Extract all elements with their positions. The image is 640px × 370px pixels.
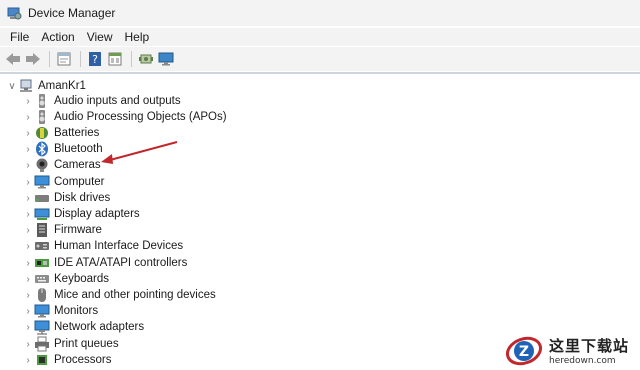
- hid-icon: [34, 238, 50, 254]
- tree-item-print-queues[interactable]: › Print queues: [22, 336, 119, 352]
- processor-icon: [34, 352, 50, 368]
- tree-item-label: Batteries: [54, 127, 100, 139]
- camera-icon: [34, 157, 50, 173]
- tree-item-audio-inputs[interactable]: › Audio inputs and outputs: [22, 93, 181, 109]
- tree-item-label: Network adapters: [54, 321, 145, 333]
- menu-file[interactable]: File: [0, 28, 35, 46]
- tree-item-label: Keyboards: [54, 273, 109, 285]
- back-icon[interactable]: [4, 50, 22, 68]
- chevron-right-icon[interactable]: ›: [22, 303, 34, 319]
- tree-item-label: Human Interface Devices: [54, 240, 184, 252]
- chevron-right-icon[interactable]: ›: [22, 352, 34, 368]
- tree-item-hid[interactable]: › Human Interface Devices: [22, 238, 183, 254]
- help-icon[interactable]: ?: [86, 50, 104, 68]
- toolbar: ?: [0, 47, 640, 71]
- chevron-right-icon[interactable]: ›: [22, 157, 34, 173]
- speaker-icon: [34, 93, 50, 109]
- chevron-right-icon[interactable]: ›: [22, 141, 34, 157]
- keyboard-icon: [34, 271, 50, 287]
- toolbar-separator: [131, 51, 132, 67]
- tree-item-processors[interactable]: › Processors: [22, 352, 112, 368]
- watermark-cn-text: 这里下载站: [549, 337, 630, 355]
- ide-icon: [34, 255, 50, 271]
- tree-item-label: Bluetooth: [54, 143, 103, 155]
- tree-item-display-adapters[interactable]: › Display adapters: [22, 206, 140, 222]
- tree-item-keyboards[interactable]: › Keyboards: [22, 271, 109, 287]
- chevron-right-icon[interactable]: ›: [22, 287, 34, 303]
- device-manager-icon: [6, 5, 22, 21]
- chevron-right-icon[interactable]: ›: [22, 125, 34, 141]
- tree-item-label: Firmware: [54, 224, 102, 236]
- tree-item-bluetooth[interactable]: › Bluetooth: [22, 141, 103, 157]
- chevron-right-icon[interactable]: ›: [22, 336, 34, 352]
- printer-icon: [34, 336, 50, 352]
- battery-icon: [34, 125, 50, 141]
- toolbar-separator: [80, 51, 81, 67]
- chevron-right-icon[interactable]: ›: [22, 222, 34, 238]
- device-tree: ∨ AmanKr1 › Audio inputs and outputs › A…: [0, 76, 640, 370]
- watermark-logo-icon: Z: [505, 333, 543, 369]
- chevron-right-icon[interactable]: ›: [22, 255, 34, 271]
- menu-help[interactable]: Help: [119, 28, 156, 46]
- tree-item-label: Processors: [54, 354, 112, 366]
- tree-item-label: Display adapters: [54, 208, 140, 220]
- tree-item-monitors[interactable]: › Monitors: [22, 303, 98, 319]
- bluetooth-icon: [34, 141, 50, 157]
- toolbar-separator: [49, 51, 50, 67]
- chevron-right-icon[interactable]: ›: [22, 109, 34, 125]
- chevron-right-icon[interactable]: ›: [22, 319, 34, 335]
- tree-root-label: AmanKr1: [38, 80, 86, 92]
- menu-view[interactable]: View: [81, 28, 119, 46]
- window-title: Device Manager: [28, 6, 116, 20]
- computer-root-icon: [18, 78, 34, 94]
- menu-bar: File Action View Help: [0, 28, 640, 46]
- svg-text:Z: Z: [519, 344, 529, 360]
- menu-action[interactable]: Action: [35, 28, 80, 46]
- chevron-right-icon[interactable]: ›: [22, 206, 34, 222]
- chevron-right-icon[interactable]: ›: [22, 174, 34, 190]
- tree-item-label: Cameras: [54, 159, 101, 171]
- watermark-en-text: heredown.com: [549, 356, 616, 366]
- chevron-down-icon[interactable]: ∨: [6, 78, 18, 94]
- tree-item-batteries[interactable]: › Batteries: [22, 125, 99, 141]
- tree-item-label: IDE ATA/ATAPI controllers: [54, 257, 188, 269]
- view-icon[interactable]: [106, 50, 124, 68]
- tree-item-label: Disk drives: [54, 192, 111, 204]
- disk-icon: [34, 190, 50, 206]
- tree-item-disk-drives[interactable]: › Disk drives: [22, 190, 110, 206]
- tree-item-label: Monitors: [54, 305, 99, 317]
- monitor-icon: [34, 303, 50, 319]
- tree-item-label: Mice and other pointing devices: [54, 289, 216, 301]
- mouse-icon: [34, 287, 50, 303]
- tree-item-ide[interactable]: › IDE ATA/ATAPI controllers: [22, 255, 187, 271]
- tree-item-label: Print queues: [54, 338, 119, 350]
- tree-item-cameras[interactable]: › Cameras: [22, 157, 101, 173]
- display-adapter-icon: [34, 206, 50, 222]
- firmware-icon: [34, 222, 50, 238]
- tree-item-network[interactable]: › Network adapters: [22, 319, 144, 335]
- properties-icon[interactable]: [55, 50, 73, 68]
- monitor-icon[interactable]: [157, 50, 175, 68]
- chevron-right-icon[interactable]: ›: [22, 190, 34, 206]
- tree-item-label: Audio Processing Objects (APOs): [54, 111, 227, 123]
- chevron-right-icon[interactable]: ›: [22, 93, 34, 109]
- tree-item-mice[interactable]: › Mice and other pointing devices: [22, 287, 216, 303]
- network-icon: [34, 319, 50, 335]
- tree-item-label: Computer: [54, 176, 105, 188]
- speaker-icon: [34, 109, 50, 125]
- tree-item-firmware[interactable]: › Firmware: [22, 222, 102, 238]
- toolbar-divider: [0, 72, 640, 74]
- title-bar: Device Manager: [0, 0, 640, 26]
- tree-root[interactable]: ∨ AmanKr1: [6, 78, 86, 94]
- tree-item-label: Audio inputs and outputs: [54, 95, 181, 107]
- chevron-right-icon[interactable]: ›: [22, 271, 34, 287]
- computer-icon: [34, 174, 50, 190]
- forward-icon[interactable]: [24, 50, 42, 68]
- tree-item-apos[interactable]: › Audio Processing Objects (APOs): [22, 109, 227, 125]
- svg-text:?: ?: [92, 53, 98, 66]
- chevron-right-icon[interactable]: ›: [22, 238, 34, 254]
- scan-icon[interactable]: [137, 50, 155, 68]
- watermark: Z 这里下载站 heredown.com: [505, 331, 640, 370]
- tree-item-computer[interactable]: › Computer: [22, 174, 105, 190]
